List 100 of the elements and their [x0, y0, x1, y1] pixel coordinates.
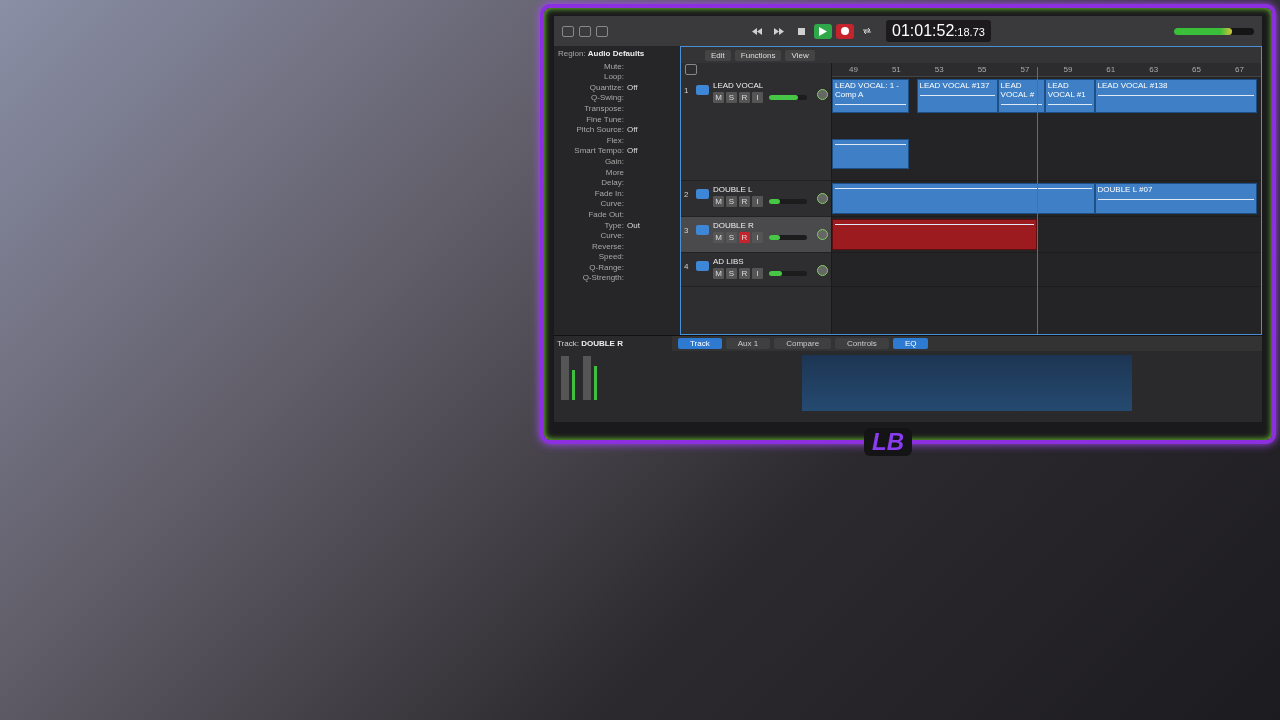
track-number: 4 — [684, 261, 690, 271]
parameter-value[interactable]: Off — [627, 125, 638, 135]
track-toggle[interactable]: I — [752, 268, 763, 279]
parameter-label: Fine Tune: — [585, 114, 624, 126]
track-header[interactable]: 4 AD LIBS M S R I — [681, 253, 831, 287]
parameter-label: Smart Tempo: — [573, 146, 624, 157]
parameter-value[interactable]: Off — [627, 82, 638, 92]
menu-button[interactable]: View — [785, 49, 815, 61]
pan-knob[interactable] — [817, 265, 828, 276]
track-toggle[interactable]: R — [739, 268, 750, 279]
play-icon — [819, 26, 827, 36]
parameter-label: Type: — [603, 220, 624, 232]
track-toggle[interactable]: M — [713, 92, 724, 103]
parameter-label: Reverse: — [591, 241, 624, 253]
audio-region[interactable]: LEAD VOCAL #137 — [916, 79, 998, 113]
parameter-value[interactable]: Out — [627, 220, 640, 230]
time-display: 01:01:52:18.73 — [886, 20, 991, 42]
parameter-label: Transpose: — [583, 103, 624, 115]
parameter-label: Mute: — [603, 61, 624, 73]
parameter-label: Quantize: — [588, 82, 624, 94]
parameter-label: Loop: — [602, 72, 624, 83]
editor-tab[interactable]: Track — [678, 338, 722, 349]
track-number: 2 — [684, 189, 690, 199]
audio-region[interactable] — [832, 219, 1038, 250]
bar-number: 61 — [1106, 65, 1116, 74]
parameter-label: Q-Strength: — [581, 273, 624, 285]
track-toggle[interactable]: R — [739, 232, 750, 243]
audio-region[interactable]: LEAD VOCAL #1 — [1044, 79, 1095, 113]
audio-region[interactable]: LEAD VOCAL: 1 - Comp A — [832, 79, 910, 113]
editor-tab[interactable]: Aux 1 — [725, 338, 771, 349]
audio-region[interactable] — [832, 183, 1095, 214]
track-toggle[interactable]: I — [752, 196, 763, 207]
bar-number: 63 — [1149, 65, 1159, 74]
track-toggle[interactable]: M — [713, 232, 724, 243]
parameter-label: Curve: — [599, 199, 624, 210]
track-toggle[interactable]: R — [739, 196, 750, 207]
track-name: DOUBLE L — [713, 185, 754, 194]
pan-knob[interactable] — [817, 89, 828, 100]
parameter-label: Q-Swing: — [590, 93, 624, 104]
parameter-label: Flex: — [605, 135, 624, 147]
stop-icon — [797, 27, 805, 35]
audio-region[interactable]: DOUBLE L #07 — [1094, 183, 1257, 214]
track-label: Track: — [557, 339, 579, 348]
track-number: 1 — [684, 85, 690, 95]
audio-region[interactable]: LEAD VOCAL #138 — [1094, 79, 1257, 113]
audio-region[interactable] — [832, 139, 910, 169]
track-toggle[interactable]: M — [713, 268, 724, 279]
parameter-label: Fade In: — [593, 188, 624, 200]
inspector-label: Region: — [558, 49, 586, 58]
bar-number: 53 — [934, 65, 944, 74]
parameter-label: Curve: — [599, 231, 624, 242]
channel-logo: LB — [864, 428, 912, 456]
inspector-title: Audio Defaults — [587, 49, 645, 58]
track-name: DOUBLE R — [713, 221, 755, 230]
track-toggle[interactable]: S — [726, 92, 737, 103]
play-button[interactable] — [814, 23, 832, 39]
volume-slider[interactable] — [769, 95, 807, 100]
parameter-label: Pitch Source: — [575, 125, 624, 136]
audio-region[interactable]: LEAD VOCAL # — [997, 79, 1045, 113]
bar-number: 49 — [849, 65, 858, 74]
cycle-icon — [862, 27, 872, 35]
pan-knob[interactable] — [817, 193, 828, 204]
pan-knob[interactable] — [817, 229, 828, 240]
track-toggle[interactable]: S — [726, 268, 737, 279]
editor-tab[interactable]: Compare — [774, 338, 832, 349]
master-volume-slider[interactable] — [1174, 27, 1254, 35]
track-title: DOUBLE R — [581, 339, 623, 348]
parameter-label: Q-Range: — [588, 262, 624, 274]
track-toggle[interactable]: I — [752, 232, 763, 243]
parameter-label: Speed: — [597, 252, 624, 263]
bar-number: 67 — [1235, 65, 1244, 74]
editor-tab[interactable]: Controls — [835, 338, 889, 349]
bar-number: 51 — [891, 65, 901, 74]
track-name: LEAD VOCAL — [713, 81, 765, 90]
parameter-label: Gain: — [603, 156, 624, 168]
volume-slider[interactable] — [769, 235, 807, 240]
volume-slider[interactable] — [769, 271, 807, 276]
fast-forward-icon — [774, 27, 784, 35]
track-toggle[interactable]: I — [752, 92, 763, 103]
parameter-label: More — [604, 167, 624, 179]
record-button[interactable] — [836, 23, 854, 39]
parameter-label: Delay: — [600, 178, 624, 189]
menu-button[interactable]: Functions — [734, 49, 782, 61]
track-toggle[interactable]: M — [713, 196, 724, 207]
bar-number: 55 — [977, 65, 987, 74]
parameter-label: Fade Out: — [587, 209, 624, 221]
track-name: AD LIBS — [713, 257, 745, 266]
menu-button[interactable]: Edit — [705, 49, 731, 61]
track-header[interactable]: 1 LEAD VOCAL M S R I — [681, 77, 831, 181]
record-icon — [841, 27, 849, 35]
track-toggle[interactable]: R — [739, 92, 750, 103]
bar-number: 57 — [1020, 65, 1030, 74]
track-header[interactable]: 3 DOUBLE R M S R I — [681, 217, 831, 253]
track-number: 3 — [684, 225, 690, 235]
editor-tab[interactable]: EQ — [892, 338, 929, 349]
track-toggle[interactable]: S — [726, 232, 737, 243]
parameter-value[interactable]: Off — [627, 146, 638, 156]
track-toggle[interactable]: S — [726, 196, 737, 207]
volume-slider[interactable] — [769, 199, 807, 204]
bar-number: 59 — [1063, 65, 1073, 74]
